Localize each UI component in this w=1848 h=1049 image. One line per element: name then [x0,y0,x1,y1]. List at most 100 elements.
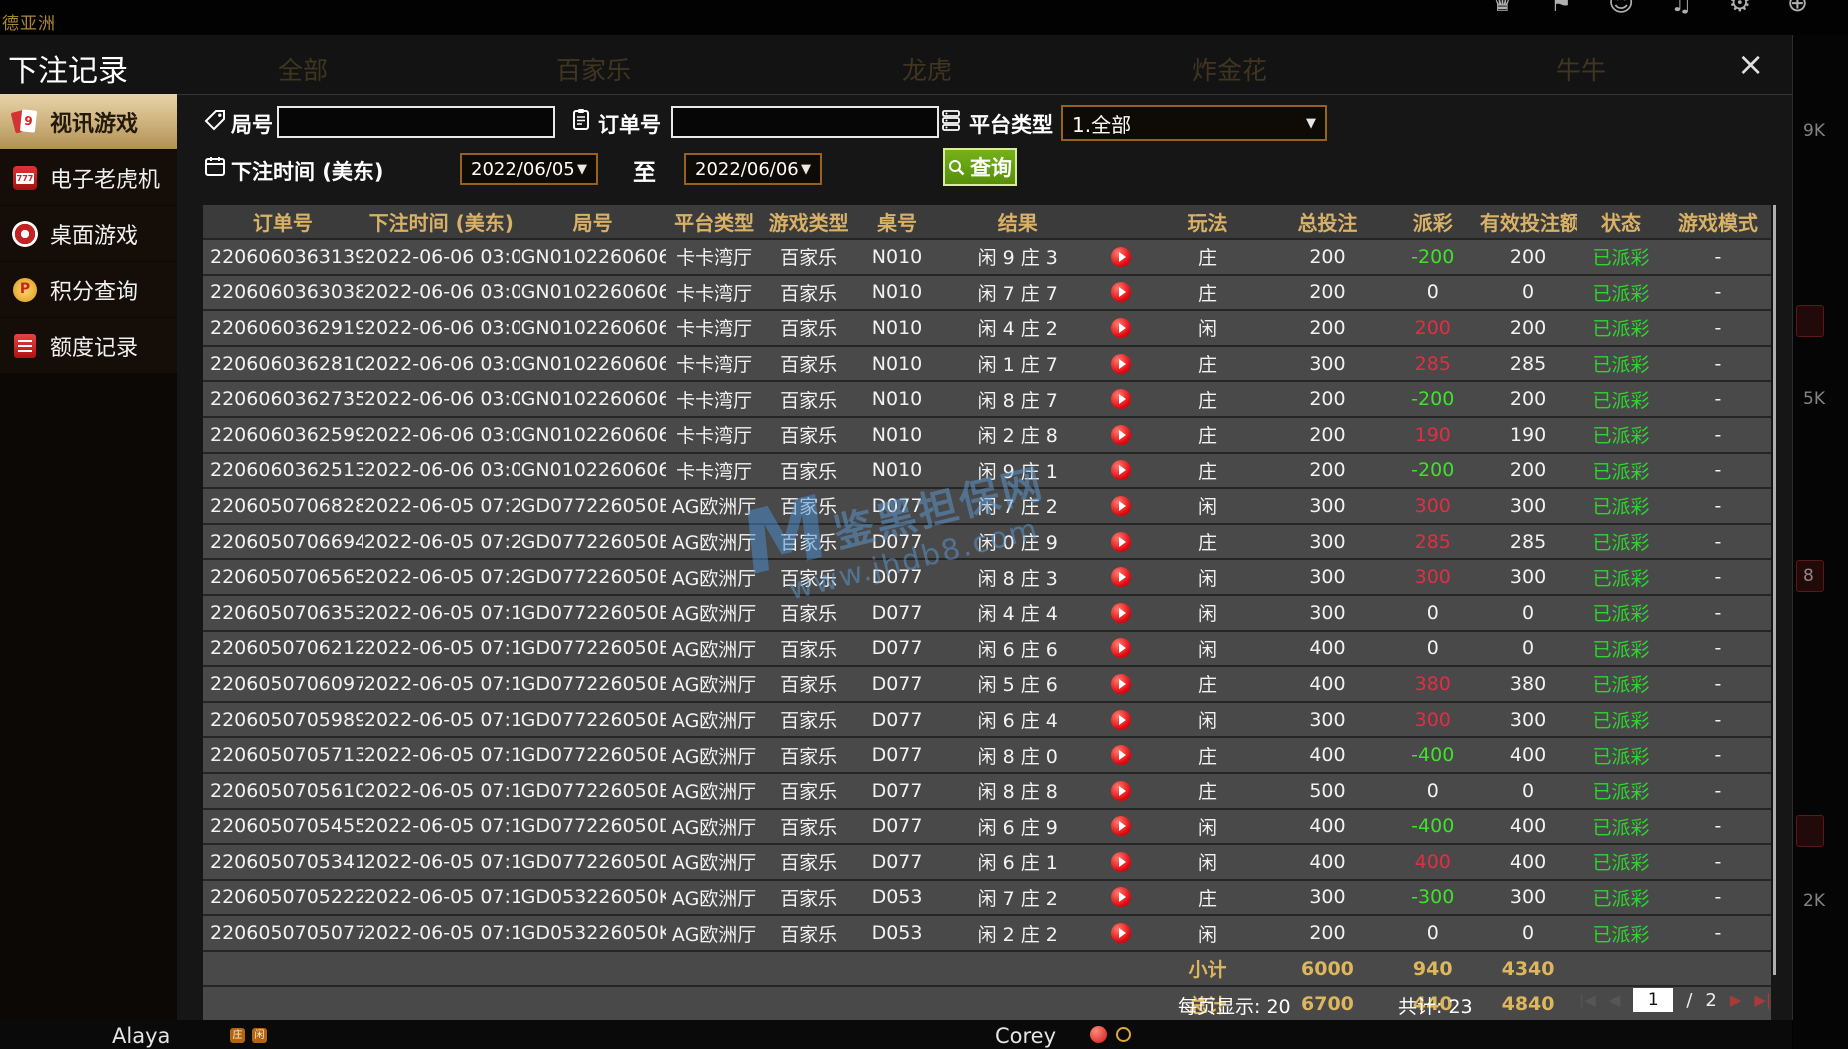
sidebar-item-quota-records[interactable]: 额度记录 [0,318,177,373]
cell-time: 2022-06-05 07:11:26 [362,879,520,917]
cell-order: 220605070571348 [203,737,363,774]
column-header: 桌号 [854,205,940,240]
cell-replay [1096,915,1147,952]
cell-platform: AG欧洲厅 [665,808,763,846]
first-page-icon[interactable]: |◀ [1579,991,1596,1009]
cell-table: N010 [854,274,940,312]
cell-time: 2022-06-05 07:17:05 [362,666,520,703]
top-icon-row: ♛ ⚑ ☺ ♫ ⚙ ⊕ [1491,0,1808,17]
column-header: 状态 [1577,205,1665,240]
cell-mode: - [1664,594,1771,632]
current-page-input[interactable]: 1 [1633,988,1674,1012]
sidebar-item-points-query[interactable]: 积分查询 [0,262,177,317]
play-icon[interactable] [1111,851,1132,872]
play-icon[interactable] [1111,780,1132,801]
date-to-picker[interactable]: 2022/06/06 ▼ [684,153,822,185]
play-icon[interactable] [1111,567,1132,588]
play-icon[interactable] [1111,531,1132,552]
background-tab: 炸金花 [1192,56,1268,85]
close-icon[interactable]: × [1737,45,1764,83]
play-icon[interactable] [1111,923,1132,944]
cell-time: 2022-06-05 07:17:53 [362,630,520,668]
order-input[interactable] [671,106,939,138]
play-icon[interactable] [1111,638,1132,659]
sidebar-item-label: 桌面游戏 [50,223,139,249]
cell-table: D077 [854,523,940,561]
cell-total: 400 [1268,844,1387,881]
cell-order: 220605070598974 [203,701,363,739]
play-icon[interactable] [1111,460,1132,481]
cell-order: 220605070507760 [203,915,363,952]
cell-order: 220606036291941 [203,310,363,347]
play-icon[interactable] [1111,424,1132,445]
cell-round: GD077226050E3 [519,701,666,739]
cell-order: 220605070561037 [203,772,363,810]
settings-gear-icon[interactable]: ⚙ [1729,0,1751,17]
cell-table: D053 [854,879,940,917]
music-icon[interactable]: ♫ [1670,0,1692,17]
play-icon[interactable] [1111,709,1132,730]
sidebar-item-table-games[interactable]: 桌面游戏 [0,206,177,261]
platform-select[interactable]: 1.全部 ▼ [1061,105,1327,141]
cell-time: 2022-06-05 07:12:57 [362,808,520,846]
play-icon[interactable] [1111,282,1132,303]
play-icon[interactable] [1111,887,1132,908]
cell-valid: 200 [1478,310,1578,347]
date-from-picker[interactable]: 2022/06/05 ▼ [460,153,598,185]
calendar-icon [203,154,227,182]
sidebar: 视讯游戏电子老虎机桌面游戏积分查询额度记录 [0,94,192,1020]
chevron-down-icon: ▼ [577,161,587,177]
sidebar-item-video-games[interactable]: 视讯游戏 [0,94,192,149]
cell-result: 闲 6 庄 6 [939,630,1097,668]
profile-icon[interactable]: ☺ [1608,0,1634,17]
next-page-icon[interactable]: ▶ [1730,991,1742,1009]
sidebar-item-label: 积分查询 [50,279,139,305]
vip-crown-icon[interactable]: ♛ [1491,0,1513,17]
page-title: 下注记录 [8,54,128,89]
cell-total: 200 [1268,416,1387,454]
bet-table: 订单号 下注时间 (美东) 局号 平台类型 游戏类型 桌号 结果 玩法 总投注 派彩 有效投注额 状态… [203,205,1771,1024]
cell-platform: 卡卡湾厅 [665,239,763,276]
column-header: 游戏类型 [762,205,855,240]
cell-table: D077 [854,701,940,739]
table-row: 2206050706212602022-06-05 07:17:53GD0772… [203,630,1771,668]
table-row: 2206060362919412022-06-06 03:03:07GN0102… [203,310,1771,347]
cell-table: D077 [854,594,940,632]
cell-game: 百家乐 [762,594,855,632]
play-icon[interactable] [1111,495,1132,516]
play-icon[interactable] [1111,673,1132,694]
search-button[interactable]: 查询 [943,148,1017,186]
cell-mode: - [1664,666,1771,703]
flag-icon[interactable]: ⚑ [1550,0,1572,17]
cell-bet: 闲 [1146,844,1269,881]
play-icon[interactable] [1111,745,1132,766]
cell-valid: 285 [1478,345,1578,383]
cell-total: 200 [1268,452,1387,490]
play-icon[interactable] [1111,602,1132,623]
play-icon[interactable] [1111,317,1132,338]
cell-mode: - [1664,915,1771,952]
cell-game: 百家乐 [762,808,855,846]
cell-bet: 闲 [1146,594,1269,632]
cell-status: 已派彩 [1577,452,1665,490]
cell-bet: 庄 [1146,666,1269,703]
prev-page-icon[interactable]: ◀ [1609,991,1621,1009]
brand-logo: 德亚洲 [2,14,56,34]
globe-icon[interactable]: ⊕ [1787,0,1808,17]
play-icon[interactable] [1111,353,1132,374]
cell-mode: - [1664,381,1771,418]
cell-game: 百家乐 [762,239,855,276]
play-icon[interactable] [1111,816,1132,837]
last-page-icon[interactable]: ▶| [1754,991,1771,1009]
total-count-text: 共计: 23 [1398,992,1473,1019]
cell-table: N010 [854,345,940,383]
play-icon[interactable] [1111,389,1132,410]
cell-time: 2022-06-06 03:02:01 [362,381,520,418]
play-icon[interactable] [1111,246,1132,267]
cell-game: 百家乐 [762,879,855,917]
table-scrollbar[interactable] [1773,205,1776,975]
round-input[interactable] [277,106,555,138]
sidebar-item-slots[interactable]: 电子老虎机 [0,150,177,205]
cell-time: 2022-06-05 07:12:14 [362,844,520,881]
cell-mode: - [1664,345,1771,383]
